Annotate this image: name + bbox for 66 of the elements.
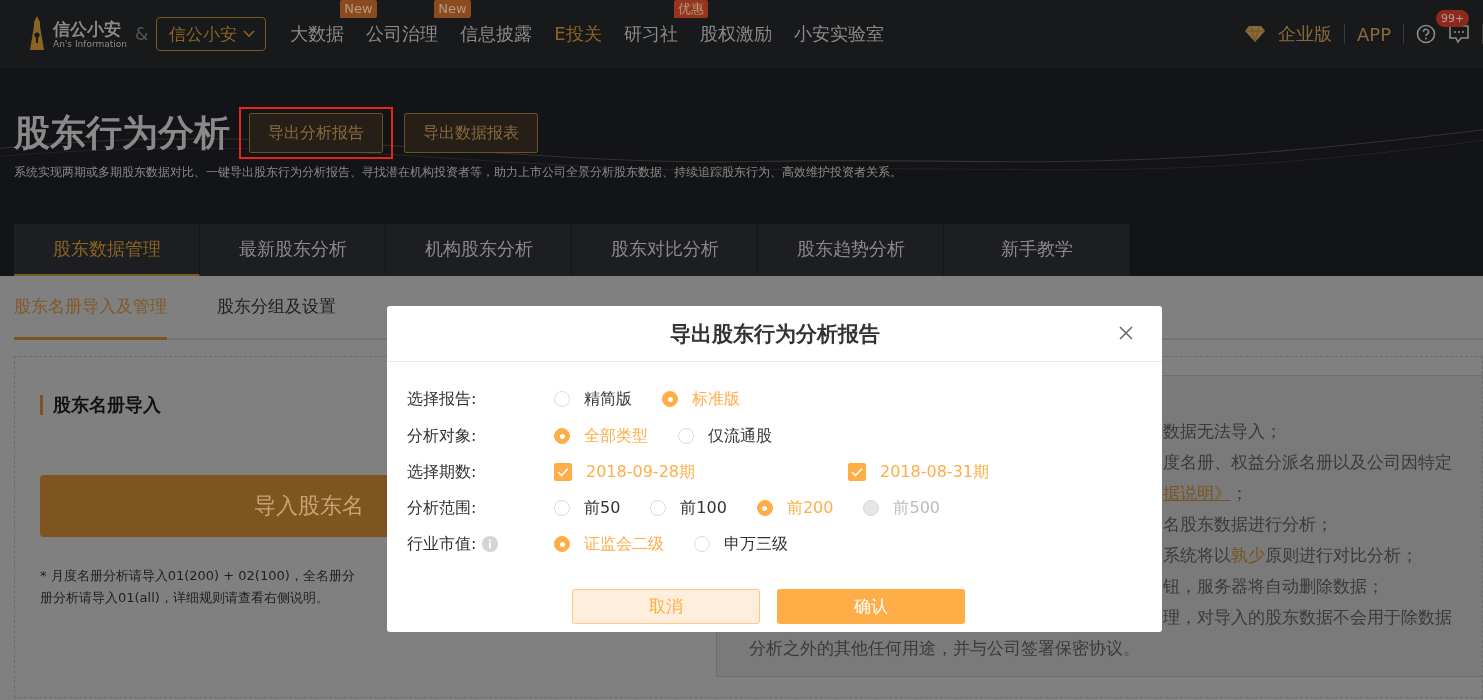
diamond-icon (1243, 25, 1266, 43)
checkbox-option[interactable]: 2018-08-31期 (848, 461, 1112, 483)
section-tab[interactable]: 新手教学 (944, 224, 1130, 276)
enterprise-link[interactable]: 企业版 (1277, 22, 1332, 46)
rule-text: 名股东数据进行分析； (1163, 513, 1333, 536)
radio-button[interactable] (678, 428, 694, 444)
radio-button[interactable] (694, 536, 710, 552)
info-icon (482, 536, 499, 552)
help-icon[interactable] (1416, 24, 1436, 44)
page-title: 股东行为分析 (14, 110, 230, 155)
radio-option[interactable]: 仅流通股 (678, 425, 772, 447)
ampersand: & (135, 24, 149, 44)
section-tab[interactable]: 股东数据管理 (14, 224, 200, 276)
nav-link[interactable]: 公司治理 (366, 23, 439, 44)
nav-link[interactable]: 研习社 (623, 23, 678, 44)
radio-button[interactable] (756, 500, 773, 516)
nav-link[interactable]: 小安实验室 (793, 23, 884, 44)
nav-badge: New (434, 0, 471, 18)
section-tab[interactable]: 股东对比分析 (572, 224, 758, 276)
rule-text: 度名册、权益分派名册以及公司因特定 (1163, 451, 1452, 474)
app-link[interactable]: APP (1356, 23, 1391, 45)
radio-button[interactable] (554, 391, 570, 407)
import-note: * 月度名册分析请导入01(200) + 02(100)，全名册分 (40, 567, 355, 585)
sub-tab[interactable]: 股东分组及设置 (217, 276, 336, 340)
radio-button[interactable] (650, 500, 667, 516)
field-label: 分析范围: (407, 497, 477, 519)
radio-option[interactable]: 前50 (554, 497, 621, 519)
check-icon (851, 467, 863, 477)
rule-text: 系统将以孰少原则进行对比分析； (1163, 544, 1418, 567)
product-select[interactable]: 信公小安 (156, 17, 267, 51)
confirm-button[interactable]: 确认 (776, 589, 965, 624)
nav-link[interactable]: 股权激励 (699, 23, 772, 44)
notification-count: 99+ (1436, 10, 1470, 27)
rule-text: 理，对导入的股东数据不会用于除数据 (1163, 606, 1452, 629)
radio-option[interactable]: 前200 (756, 497, 834, 519)
nav-badge: 优惠 (673, 0, 708, 18)
chevron-down-icon (243, 30, 256, 38)
section-tab[interactable]: 机构股东分析 (386, 224, 572, 276)
export-button[interactable]: 导出分析报告 (249, 113, 383, 153)
logo-name: 信公小安 (53, 18, 122, 39)
checkbox[interactable] (554, 463, 572, 481)
checkbox[interactable] (848, 463, 866, 481)
page-description: 系统实现两期或多期股东数据对比、一键导出股东行为分析报告、寻找潜在机构投资者等，助力上市公司全景分析股东数据、持续追踪股东行为、高效维护投资者关系。 (14, 164, 903, 181)
check-icon (557, 467, 569, 477)
field-label: 分析对象: (407, 425, 477, 447)
nav-link[interactable]: E投关 (554, 23, 602, 44)
dialog-title: 导出股东行为分析报告 (669, 320, 880, 348)
rule-text: 分析之外的其他任何用途，并与公司签署保密协议。 (749, 637, 1140, 660)
keyhole-tower-icon (27, 16, 47, 52)
radio-button[interactable] (554, 500, 570, 516)
radio-button[interactable] (662, 391, 678, 407)
section-tab[interactable]: 最新股东分析 (200, 224, 386, 276)
radio-button[interactable] (554, 428, 570, 444)
section-tab[interactable]: 股东趋势分析 (758, 224, 944, 276)
rule-text: 钮，服务器将自动删除数据； (1163, 575, 1384, 598)
export-button[interactable]: 导出数据报表 (404, 113, 538, 153)
import-note: 册分析请导入01(all)，详细规则请查看右侧说明。 (40, 589, 329, 607)
radio-option[interactable]: 全部类型 (554, 425, 648, 447)
rule-text: 数据无法导入； (1163, 420, 1282, 443)
nav-link[interactable]: 信息披露 (460, 23, 533, 44)
rule-text: 据说明》； (1163, 482, 1248, 505)
logo-subtitle: An's Information (53, 38, 127, 50)
close-icon[interactable] (1119, 326, 1133, 340)
radio-button[interactable] (554, 536, 570, 552)
nav-badge: New (340, 0, 377, 18)
nav-link[interactable]: 大数据 (290, 23, 345, 44)
